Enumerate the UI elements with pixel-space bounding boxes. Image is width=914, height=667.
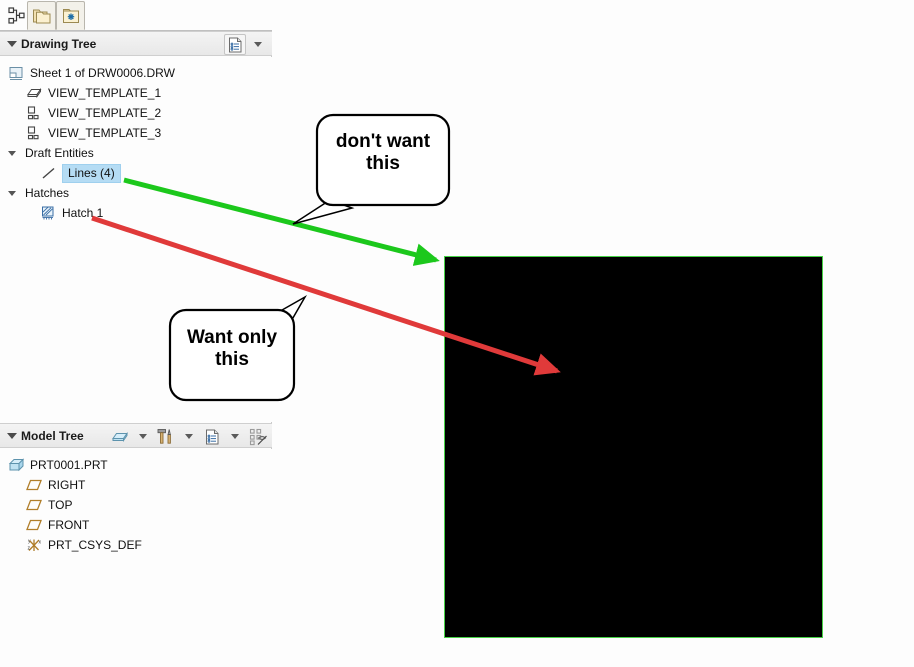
tools-caret-icon[interactable] [178,426,200,447]
drawing-canvas[interactable] [273,0,914,667]
model-tree-collapse-icon[interactable] [7,432,17,439]
tree-settings-caret-icon[interactable] [247,34,269,55]
drawing-tree-item-row[interactable]: Hatches [0,183,272,203]
group-collapse-icon[interactable] [8,190,16,196]
drawing-tree-item-label: Hatches [25,186,70,200]
tools-icon[interactable] [155,426,177,447]
chevron-down-icon [231,434,239,439]
chevron-down-icon [139,434,147,439]
part-icon [8,457,25,474]
drawing-tree-item-row[interactable]: VIEW_TEMPLATE_1 [0,83,272,103]
callout-2-line-2: this [215,349,249,371]
model-tree-header[interactable]: Model Tree [0,423,272,448]
callout-1-line-1: don't want [335,131,431,152]
drawing-tree-item-label: Lines (4) [62,163,121,183]
application-window: Drawing Tree Sheet 1 of DRW0006.DRW VIEW… [0,0,914,667]
tree-settings-caret-icon[interactable] [224,426,246,447]
tree-filters-icon[interactable] [247,426,269,447]
hatch-icon [40,205,57,222]
tree-settings-icon[interactable] [201,426,223,447]
drawing-tree-header[interactable]: Drawing Tree [0,31,272,56]
model-tree-item-label: PRT_CSYS_DEF [48,538,142,552]
view-flat-icon [26,125,43,142]
coordinate-system-icon: yzx [26,537,43,554]
drawing-tree-collapse-icon[interactable] [7,40,17,47]
line-icon [40,165,57,182]
favorites-folder-icon[interactable] [56,1,85,30]
drawing-tree-item-row[interactable]: VIEW_TEMPLATE_3 [0,123,272,143]
view-flat-icon [26,105,43,122]
datum-plane-icon [26,497,43,514]
view-3d-icon [26,85,43,102]
model-tree-list[interactable]: PRT0001.PRT RIGHT TOP FRONT y z x PRT_CSYS_DEF [0,449,272,667]
drawing-tree-item-row[interactable]: Sheet 1 of DRW0006.DRW [0,63,272,83]
model-tree-title: Model Tree [21,428,84,443]
drawing-tree-item-row[interactable]: Draft Entities [0,143,272,163]
group-collapse-icon[interactable] [8,150,16,156]
drawing-tree-item-row[interactable]: VIEW_TEMPLATE_2 [0,103,272,123]
display-style-caret-icon[interactable] [132,426,154,447]
model-tree-item-label: PRT0001.PRT [30,458,108,472]
drawing-tree-item-label: Hatch 1 [62,206,104,220]
datum-plane-icon [26,477,43,494]
want-only-this-callout-label: Want only this [174,327,290,372]
chevron-down-icon [254,42,262,47]
drawing-tree-item-label: VIEW_TEMPLATE_3 [48,126,162,140]
callout-1-line-2: this [366,153,400,175]
drawing-tree-item-label: Sheet 1 of DRW0006.DRW [30,66,175,80]
svg-text:x: x [39,539,42,545]
chevron-down-icon [185,434,193,439]
model-tree-item-row[interactable]: y z x PRT_CSYS_DEF [0,535,272,555]
drawing-tree-item-label: VIEW_TEMPLATE_1 [48,86,162,100]
drawing-tree-title: Drawing Tree [21,36,97,51]
model-tree-header-tools [109,424,270,449]
model-tree-item-label: FRONT [48,518,90,532]
drawing-tree-item-label: VIEW_TEMPLATE_2 [48,106,162,120]
datum-plane-icon [26,517,43,534]
tree-settings-icon[interactable] [224,34,246,55]
navigator-tabstrip [0,0,272,31]
model-tree-item-label: RIGHT [48,478,86,492]
drawing-tree-item-row[interactable]: Lines (4) [0,163,272,183]
model-tree-item-label: TOP [48,498,73,512]
model-tree-item-row[interactable]: FRONT [0,515,272,535]
sheet-icon [8,65,25,82]
drawing-tree-item-label: Draft Entities [25,146,94,160]
folder-browser-icon[interactable] [27,1,56,30]
dont-want-this-callout-label: don't want this [322,131,444,176]
callout-2-line-1: Want only [186,327,278,348]
black-filled-region[interactable] [444,256,823,638]
display-style-icon[interactable] [109,426,131,447]
model-tree-item-row[interactable]: RIGHT [0,475,272,495]
model-tree-item-row[interactable]: TOP [0,495,272,515]
drawing-tree-item-row[interactable]: Hatch 1 [0,203,272,223]
drawing-tree-header-tools [224,32,270,57]
model-tree-item-row[interactable]: PRT0001.PRT [0,455,272,475]
